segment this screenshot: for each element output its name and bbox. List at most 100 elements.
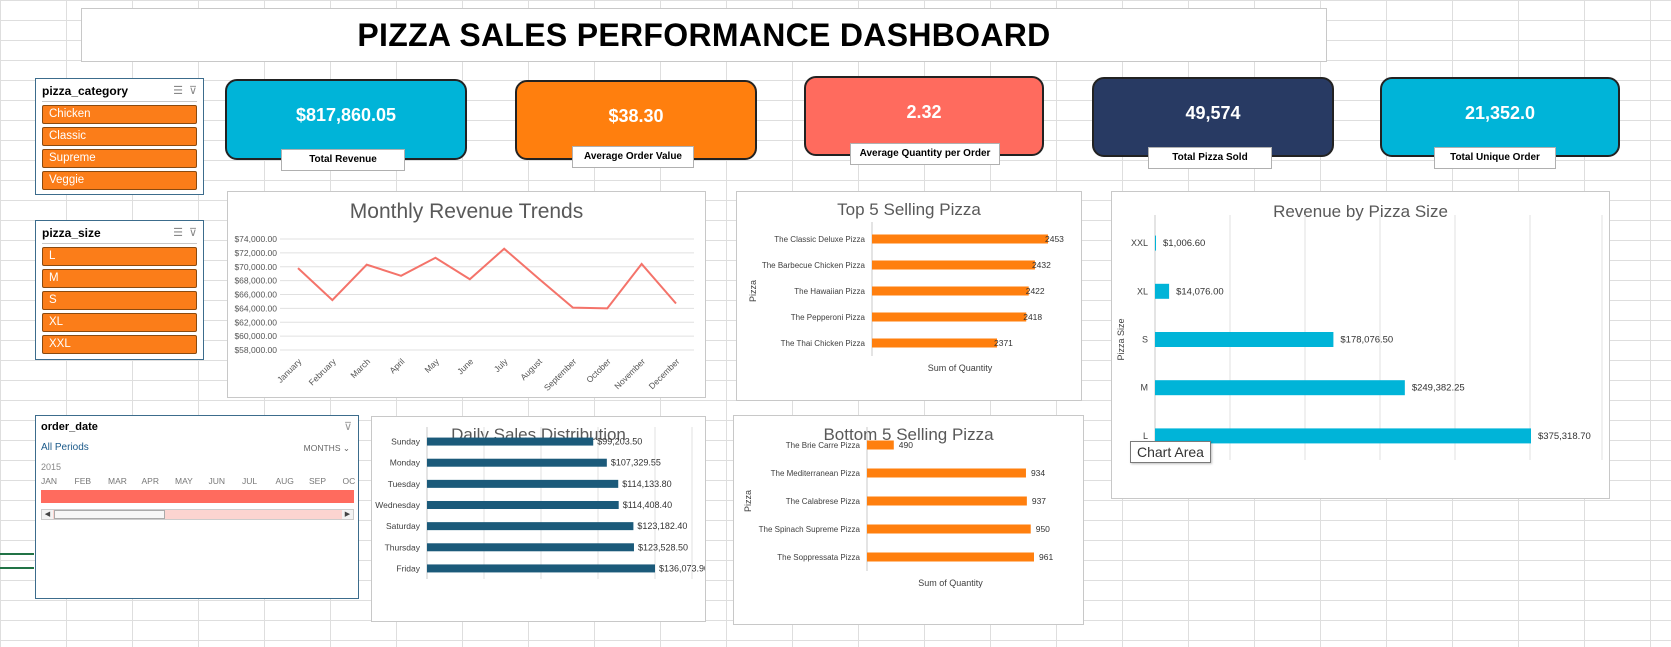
data-label: $375,318.70 [1538, 431, 1591, 442]
data-label: $114,408.40 [623, 500, 672, 510]
chart-bottom5[interactable]: Bottom 5 Selling Pizza The Brie Carre Pi… [733, 415, 1084, 625]
timeline-selection-bar[interactable] [41, 490, 354, 503]
kpi-label: Total Pizza Sold [1148, 147, 1272, 169]
timeline-scrollbar[interactable]: ◀ ▶ [41, 509, 354, 520]
bottom5-bar-svg: The Brie Carre Pizza 490 The Mediterranean… [743, 427, 1053, 588]
data-label: 950 [1036, 524, 1050, 534]
slicer-item-chicken[interactable]: Chicken [42, 105, 197, 124]
category-label: M [1141, 383, 1149, 393]
dashboard-title: PIZZA SALES PERFORMANCE DASHBOARD [81, 8, 1327, 62]
slicer-item-m[interactable]: M [42, 269, 197, 288]
timeline-month-label[interactable]: MAY [175, 476, 193, 486]
slicer-item-veggie[interactable]: Veggie [42, 171, 197, 190]
bar [427, 458, 607, 467]
category-label: The Pepperoni Pizza [791, 313, 866, 322]
data-label: $114,133.80 [622, 479, 671, 489]
cell-selection-edge [0, 553, 34, 569]
x-axis-title: Sum of Quantity [918, 578, 983, 588]
timeline-month-label[interactable]: JAN [41, 476, 57, 486]
clear-filter-icon[interactable]: ⊽ [344, 420, 352, 433]
data-label: 2418 [1023, 312, 1042, 322]
x-axis-title: Sum of Quantity [928, 363, 993, 373]
bar [1155, 283, 1170, 299]
x-tick-label: April [387, 356, 406, 375]
timeline-month-label[interactable]: SEP [309, 476, 326, 486]
clear-filter-icon[interactable]: ⊽ [189, 226, 197, 239]
timeline-order-date[interactable]: order_date ⊽ All Periods MONTHS ⌄ 2015 J… [35, 415, 359, 599]
data-label: $178,076.50 [1340, 335, 1393, 346]
data-label: 934 [1031, 468, 1045, 478]
data-label: $107,329.55 [611, 458, 661, 468]
bar [872, 338, 998, 348]
slicer-item-xl[interactable]: XL [42, 313, 197, 332]
timeline-month-label[interactable]: AUG [276, 476, 294, 486]
slicer-pizza-size[interactable]: pizza_size ☰ ⊽ L M S XL XXL [35, 220, 204, 360]
timeline-periods-label: All Periods [41, 442, 89, 453]
category-label: The Hawaiian Pizza [794, 287, 865, 296]
slicer-item-l[interactable]: L [42, 247, 197, 266]
kpi-value: 49,574 [1185, 102, 1241, 123]
divider [42, 243, 197, 244]
data-label: 961 [1039, 552, 1053, 562]
multi-select-icon[interactable]: ☰ [173, 84, 183, 97]
slicer-item-classic[interactable]: Classic [42, 127, 197, 146]
bar [427, 501, 619, 509]
slicer-item-s[interactable]: S [42, 291, 197, 310]
y-axis-title: Pizza Size [1116, 318, 1126, 360]
data-label: $136,073.90 [659, 563, 705, 573]
bar [1155, 428, 1531, 444]
bar [1155, 380, 1405, 396]
slicer-item-xxl[interactable]: XXL [42, 335, 197, 354]
chevron-down-icon: ⌄ [342, 443, 350, 453]
slicer-item-supreme[interactable]: Supreme [42, 149, 197, 168]
chart-monthly-revenue[interactable]: Monthly Revenue Trends $58,000.00 $60,000… [227, 191, 706, 398]
scroll-thumb[interactable] [54, 510, 165, 519]
kpi-label: Total Revenue [281, 149, 405, 171]
timeline-month-label[interactable]: FEB [75, 476, 92, 486]
x-tick-label: October [584, 356, 613, 385]
category-label: The Spinach Supreme Pizza [759, 525, 861, 534]
timeline-month-label[interactable]: MAR [108, 476, 127, 486]
line-chart-svg: $58,000.00 $60,000.00 $62,000.00 $64,000.00… [234, 234, 694, 393]
bar [872, 312, 1027, 322]
divider [42, 101, 197, 102]
category-label: Sunday [391, 437, 421, 447]
y-tick-label: $64,000.00 [234, 303, 277, 313]
category-label: The Calabrese Pizza [786, 497, 861, 506]
timeline-month-label[interactable]: OC [343, 476, 356, 486]
timeline-month-label[interactable]: JUN [209, 476, 226, 486]
y-tick-label: $60,000.00 [234, 331, 277, 341]
category-label: The Barbecue Chicken Pizza [762, 261, 866, 270]
slicer-pizza-category[interactable]: pizza_category ☰ ⊽ Chicken Classic Supre… [35, 78, 204, 195]
x-tick-label: May [422, 356, 441, 375]
data-label: $249,382.25 [1412, 383, 1465, 394]
x-tick-label: March [348, 356, 372, 380]
chart-top5[interactable]: Top 5 Selling Pizza The Classic Deluxe P… [736, 191, 1082, 401]
bar [427, 479, 619, 488]
category-label: The Thai Chicken Pizza [781, 339, 866, 348]
bar [872, 234, 1048, 244]
scroll-right-arrow[interactable]: ▶ [342, 510, 353, 519]
bar [1155, 332, 1334, 347]
y-tick-label: $68,000.00 [234, 276, 277, 286]
y-tick-label: $74,000.00 [234, 234, 277, 244]
multi-select-icon[interactable]: ☰ [173, 226, 183, 239]
daily-bar-svg: Sunday $99,203.50 Monday $107,329.55 Tuesday… [375, 427, 705, 579]
y-axis-title: Pizza [743, 490, 753, 512]
category-label: Saturday [386, 521, 421, 531]
timeline-month-label[interactable]: APR [142, 476, 159, 486]
category-label: Friday [396, 563, 420, 573]
y-tick-label: $58,000.00 [234, 345, 277, 355]
chart-daily-sales[interactable]: Daily Sales Distribution Sunday $99,203.5… [371, 416, 706, 622]
clear-filter-icon[interactable]: ⊽ [189, 84, 197, 97]
data-label: 2453 [1045, 234, 1064, 244]
kpi-total-unique-order: 21,352.0 [1380, 77, 1620, 157]
scroll-left-arrow[interactable]: ◀ [42, 510, 53, 519]
category-label: The Mediterranean Pizza [771, 469, 861, 478]
bar [872, 286, 1029, 296]
timeline-unit-dropdown[interactable]: MONTHS ⌄ [304, 443, 350, 454]
slicer-title: pizza_category [42, 83, 129, 98]
kpi-value: $817,860.05 [295, 105, 397, 125]
bar [427, 564, 655, 573]
timeline-month-label[interactable]: JUL [242, 476, 257, 486]
